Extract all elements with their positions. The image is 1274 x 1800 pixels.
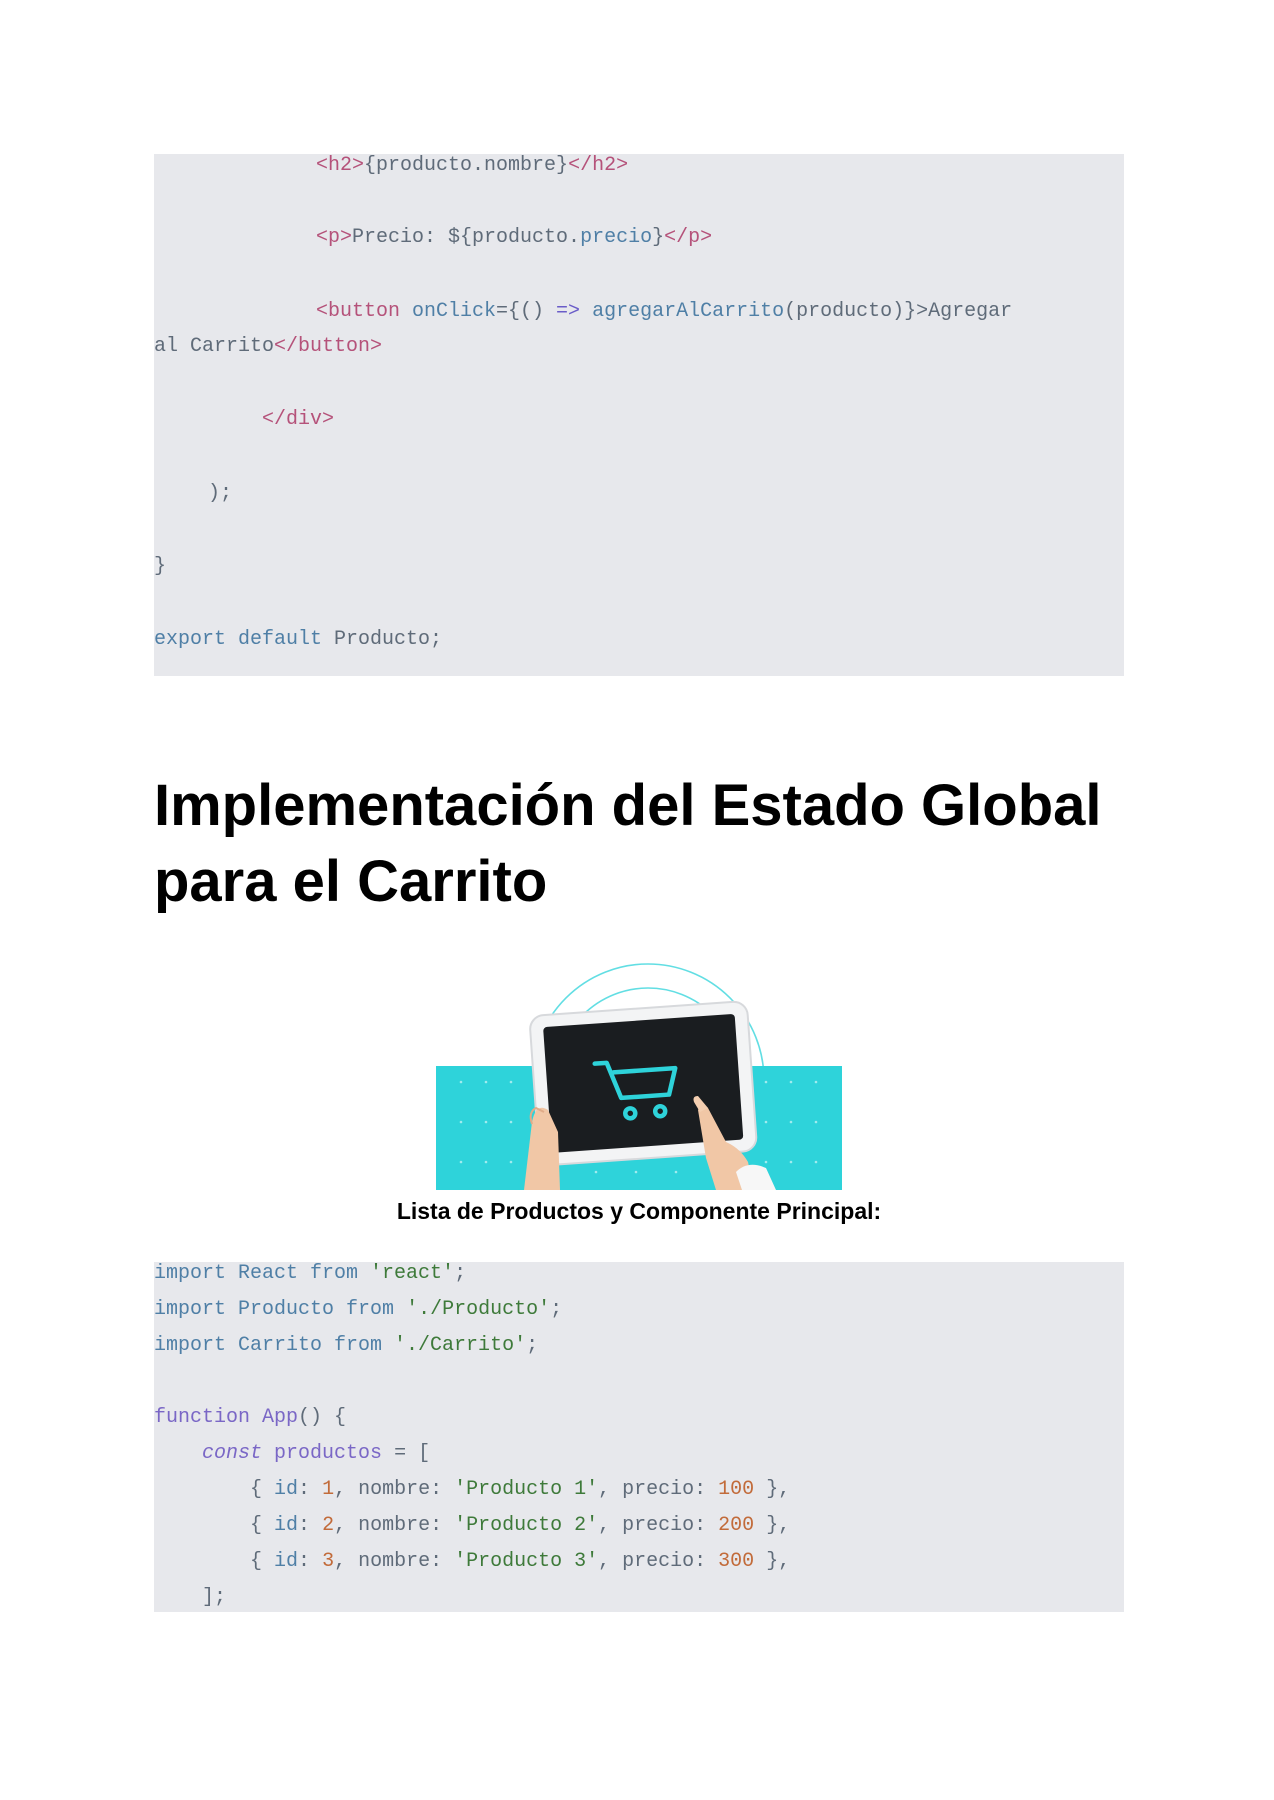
code-token: </h2> [568, 154, 629, 177]
code-token: , precio: [598, 1514, 719, 1537]
tablet-cart-illustration [436, 962, 842, 1190]
code-token: ; [526, 1334, 539, 1357]
code-token: , nombre: [334, 1478, 455, 1501]
code-token: ; [550, 1298, 563, 1321]
code-line: ); [208, 482, 232, 506]
code-token: ]; [154, 1586, 227, 1609]
code-token: } [652, 226, 665, 249]
code-token: = [ [394, 1442, 431, 1465]
code-token: <h2> [316, 154, 365, 177]
code-token: ; [454, 1262, 467, 1285]
code-line: <h2>{producto.nombre}</h2> [316, 154, 628, 178]
code-line: ]; [154, 1586, 226, 1610]
code-token: onClick [412, 300, 497, 323]
code-token: 'Producto 1' [454, 1478, 599, 1501]
image-caption: Lista de Productos y Componente Principa… [396, 1198, 882, 1224]
code-token: <p> [316, 226, 353, 249]
code-token: id [274, 1514, 299, 1537]
code-token: function [154, 1406, 263, 1429]
code-token: 100 [718, 1478, 755, 1501]
code-line: { id: 2, nombre: 'Producto 2', precio: 2… [154, 1514, 790, 1538]
section-heading: Implementación del Estado Global para el… [154, 768, 1134, 920]
code-token: 2 [322, 1514, 335, 1537]
code-token: , nombre: [334, 1514, 455, 1537]
code-token: : [298, 1514, 323, 1537]
section-heading-line-2: para el Carrito [154, 849, 548, 914]
code-token: Carrito [238, 1334, 335, 1357]
code-token: id [274, 1550, 299, 1573]
code-token: => [556, 300, 581, 323]
code-token: const [202, 1442, 275, 1465]
code-line: <p>Precio: ${producto.precio}</p> [316, 226, 712, 250]
code-token: from [346, 1298, 407, 1321]
code-token: from [310, 1262, 371, 1285]
code-token: , precio: [598, 1478, 719, 1501]
code-line: import Carrito from './Carrito'; [154, 1334, 538, 1358]
code-token: Producto [238, 1298, 347, 1321]
code-token: precio [580, 226, 653, 249]
code-token: </p> [664, 226, 713, 249]
code-line: { id: 3, nombre: 'Producto 3', precio: 3… [154, 1550, 790, 1574]
code-line: al Carrito</button> [154, 335, 382, 359]
code-token: App [262, 1406, 299, 1429]
code-token: }, [754, 1514, 791, 1537]
code-token: Precio: ${producto. [352, 226, 581, 249]
code-token: 300 [718, 1550, 755, 1573]
code-line: { id: 1, nombre: 'Producto 1', precio: 1… [154, 1478, 790, 1502]
code-token: 'Producto 2' [454, 1514, 599, 1537]
code-token: , precio: [598, 1550, 719, 1573]
code-token: export default [154, 628, 335, 651]
code-token: (producto)}>Agregar [784, 300, 1013, 323]
code-token: : [298, 1550, 323, 1573]
code-token: ); [208, 482, 233, 505]
code-token: id [274, 1478, 299, 1501]
code-line: export default Producto; [154, 628, 442, 652]
code-token: React [238, 1262, 311, 1285]
code-token: }, [754, 1550, 791, 1573]
code-token: {producto.nombre} [364, 154, 569, 177]
code-token: ={() [496, 300, 557, 323]
section-heading-line-1: Implementación del Estado Global [154, 773, 1102, 838]
code-line: </div> [262, 408, 334, 432]
code-token: import [154, 1262, 239, 1285]
code-token: 1 [322, 1478, 335, 1501]
code-token: } [154, 555, 167, 578]
code-block-app: import React from 'react'; import Produc… [154, 1262, 1124, 1612]
code-token: 3 [322, 1550, 335, 1573]
code-token: { [154, 1550, 275, 1573]
code-line: const productos = [ [154, 1442, 430, 1466]
code-line: } [154, 555, 166, 579]
code-token: { [154, 1514, 275, 1537]
code-token: './Carrito' [394, 1334, 527, 1357]
code-token: { [154, 1478, 275, 1501]
code-token: productos [274, 1442, 395, 1465]
code-line: function App() { [154, 1406, 346, 1430]
code-token: , nombre: [334, 1550, 455, 1573]
code-token: 'Producto 3' [454, 1550, 599, 1573]
code-token: }, [754, 1478, 791, 1501]
code-line: import Producto from './Producto'; [154, 1298, 562, 1322]
code-line: <button onClick={() => agregarAlCarrito(… [316, 300, 1012, 324]
code-token: <button [316, 300, 413, 323]
code-token: import [154, 1334, 239, 1357]
code-line: import React from 'react'; [154, 1262, 466, 1286]
code-token: 'react' [370, 1262, 455, 1285]
code-token: from [334, 1334, 395, 1357]
code-token: Producto; [334, 628, 443, 651]
code-token: 200 [718, 1514, 755, 1537]
code-token: </button> [274, 335, 383, 358]
code-token: () { [298, 1406, 347, 1429]
code-token: al Carrito [154, 335, 275, 358]
code-token: : [298, 1478, 323, 1501]
code-token: </div> [262, 408, 335, 431]
code-token: './Producto' [406, 1298, 551, 1321]
code-token: agregarAlCarrito [592, 300, 785, 323]
code-block-producto: <h2>{producto.nombre}</h2> <p>Precio: ${… [154, 154, 1124, 676]
code-token: import [154, 1298, 239, 1321]
